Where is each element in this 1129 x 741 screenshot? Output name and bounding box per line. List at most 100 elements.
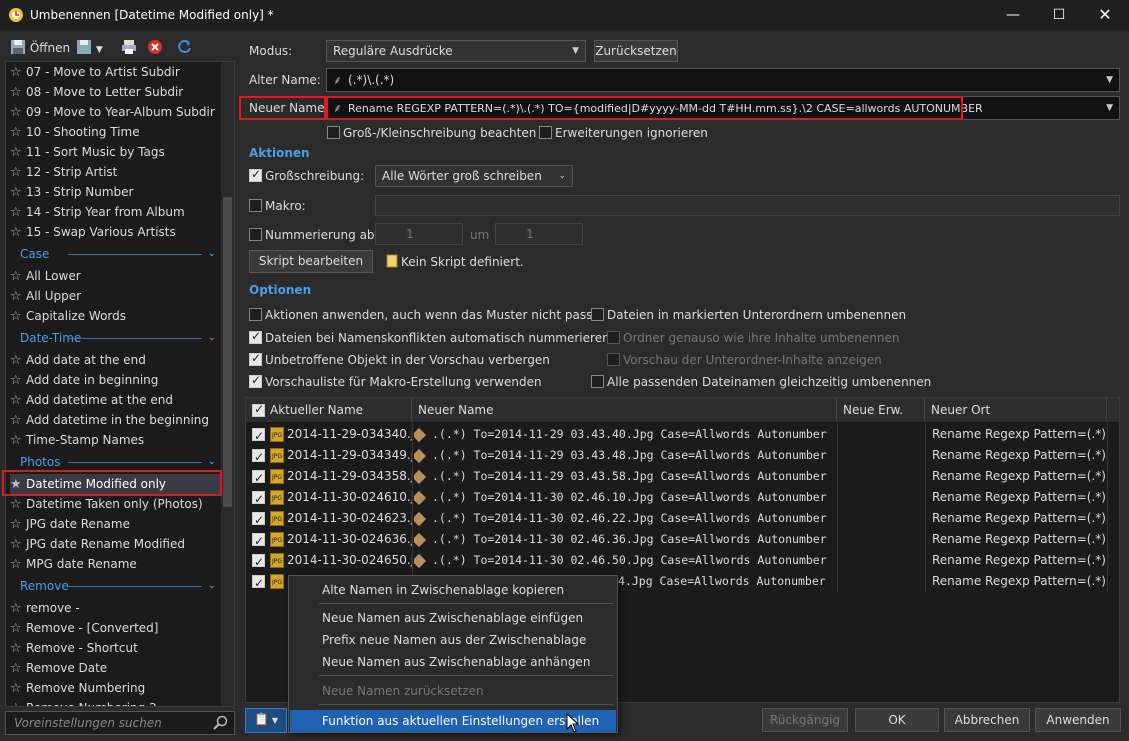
close-button[interactable]: ✕	[1082, 0, 1128, 30]
context-menu-item[interactable]: Prefix neue Namen aus der Zwischenablage	[290, 629, 616, 651]
preset-item[interactable]: ☆ All Lower	[10, 266, 81, 286]
macro-checkbox[interactable]	[249, 199, 262, 212]
column-header[interactable]: Neuer Name	[412, 398, 837, 422]
preset-item[interactable]: ☆ 15 - Swap Various Artists	[10, 222, 176, 242]
preset-group-header[interactable]: Case ⌄	[20, 245, 216, 263]
ok-button[interactable]: OK	[855, 708, 939, 732]
table-row[interactable]: JPG2014-11-29-034358.jpg .(.*) To=2014-11…	[246, 466, 1119, 489]
preset-item[interactable]: ☆Remove Numbering 2	[10, 698, 157, 706]
preset-group-header[interactable]: Remove ⌄	[20, 577, 216, 595]
preset-item[interactable]: ☆ JPG date Rename	[10, 514, 130, 534]
row-checkbox[interactable]	[252, 573, 265, 594]
option-checkbox[interactable]	[249, 373, 262, 388]
edit-script-button[interactable]: Skript bearbeiten	[249, 250, 373, 273]
preset-item-label: JPG date Rename Modified	[26, 537, 185, 551]
case-sensitive-checkbox[interactable]	[327, 126, 340, 139]
delete-button[interactable]	[147, 38, 163, 58]
maximize-button[interactable]: ☐	[1036, 0, 1082, 30]
option-checkbox[interactable]	[607, 331, 620, 344]
clipboard-menu-button[interactable]: 📋 ▼	[245, 708, 287, 733]
preset-item[interactable]: ☆ Remove Numbering	[10, 678, 145, 698]
table-row[interactable]: JPG2014-11-30-024623.jpg .(.*) To=2014-11…	[246, 508, 1119, 531]
capitalization-label: Großschreibung:	[265, 169, 365, 183]
table-row[interactable]: JPG2014-11-29-034349.jpg .(.*) To=2014-11…	[246, 445, 1119, 468]
column-header[interactable]: Neuer Ort	[925, 398, 1107, 422]
capitalization-select[interactable]: Alle Wörter groß schreiben ⌄	[375, 165, 573, 187]
open-button[interactable]: Öffnen	[10, 38, 70, 58]
row-checkbox[interactable]	[252, 510, 265, 531]
table-row[interactable]: JPG2014-11-29-034340.jpg .(.*) To=2014-11…	[246, 424, 1119, 447]
preset-item[interactable]: ☆ Add datetime in the beginning	[10, 410, 209, 430]
row-checkbox[interactable]	[252, 447, 265, 468]
cancel-button[interactable]: Abbrechen	[944, 708, 1030, 732]
numbering-start-input[interactable]: 1	[375, 223, 463, 245]
option-checkbox[interactable]	[249, 351, 262, 366]
preset-item[interactable]: ☆ Remove - Shortcut	[10, 638, 138, 658]
old-name-input[interactable]: ⸙ (.*)\.(.*) ▼	[326, 68, 1120, 92]
save-dropdown-button[interactable]: ▼	[76, 38, 103, 58]
preset-item[interactable]: ☆ Time-Stamp Names	[10, 430, 144, 450]
preset-item[interactable]: ☆ 09 - Move to Year-Album Subdir	[10, 102, 215, 122]
macro-input[interactable]	[375, 195, 1120, 216]
row-checkbox[interactable]	[252, 426, 265, 447]
table-row[interactable]: JPG2014-11-30-024650.jpg .(.*) To=2014-11…	[246, 550, 1119, 573]
preset-item[interactable]: ☆ Datetime Taken only (Photos)	[10, 494, 203, 514]
table-row[interactable]: JPG2014-11-30-024636.jpg .(.*) To=2014-11…	[246, 529, 1119, 552]
preset-item-label: All Upper	[26, 289, 82, 303]
ignore-extensions-checkbox[interactable]	[539, 126, 552, 139]
column-header[interactable]: Neue Erw.	[837, 398, 925, 422]
preset-item[interactable]: ☆ Add datetime at the end	[10, 390, 173, 410]
preset-item[interactable]: ☆ 11 - Sort Music by Tags	[10, 142, 165, 162]
row-checkbox[interactable]	[252, 489, 265, 510]
preset-item[interactable]: ☆ Add date in beginning	[10, 370, 158, 390]
print-button[interactable]	[121, 38, 137, 58]
numbering-checkbox[interactable]	[249, 228, 262, 241]
preset-list[interactable]: ☆ 07 - Move to Artist Subdir ☆ 08 - Move to…	[5, 61, 235, 707]
reset-button[interactable]: Zurücksetzen	[594, 40, 678, 62]
option-checkbox[interactable]	[591, 308, 604, 321]
column-header[interactable]	[1107, 398, 1119, 422]
preset-search-input[interactable]: Voreinstellungen suchen	[5, 711, 235, 735]
option-checkbox[interactable]	[249, 329, 262, 344]
preset-item[interactable]: ☆ MPG date Rename	[10, 554, 137, 574]
select-all-checkbox[interactable]	[252, 402, 265, 417]
row-checkbox[interactable]	[252, 531, 265, 552]
undo-button[interactable]: Rückgängig	[762, 708, 848, 732]
mode-select[interactable]: Reguläre Ausdrücke ▼	[326, 40, 586, 62]
preset-item[interactable]: ☆ Remove - [Converted]	[10, 618, 158, 638]
row-checkbox[interactable]	[252, 468, 265, 489]
scrollbar-thumb[interactable]	[223, 197, 232, 507]
context-menu-item[interactable]: Neue Namen aus Zwischenablage einfügen	[290, 607, 616, 629]
preset-item[interactable]: ☆ 12 - Strip Artist	[10, 162, 117, 182]
preset-item[interactable]: ☆ 14 - Strip Year from Album	[10, 202, 185, 222]
minimize-button[interactable]: —	[990, 0, 1036, 30]
capitalization-checkbox[interactable]	[249, 167, 262, 182]
preset-item[interactable]: ☆ 07 - Move to Artist Subdir	[10, 62, 180, 82]
selection-highlight-box	[2, 470, 222, 496]
preset-item[interactable]: ☆ Remove Date	[10, 658, 107, 678]
table-row[interactable]: JPG2014-11-30-024610.jpg .(.*) To=2014-11…	[246, 487, 1119, 510]
row-checkbox[interactable]	[252, 552, 265, 573]
apply-button[interactable]: Anwenden	[1035, 708, 1121, 732]
preset-item[interactable]: ☆ 10 - Shooting Time	[10, 122, 140, 142]
preset-item[interactable]: ☆ 13 - Strip Number	[10, 182, 133, 202]
option-checkbox[interactable]	[607, 353, 620, 366]
preset-group-header[interactable]: Photos ⌄	[20, 453, 216, 471]
preset-list-scrollbar[interactable]	[221, 62, 234, 706]
context-menu-item[interactable]: Neue Namen zurücksetzen	[290, 680, 616, 702]
preset-item[interactable]: ☆ 08 - Move to Letter Subdir	[10, 82, 183, 102]
context-menu-item[interactable]: Alte Namen in Zwischenablage kopieren	[290, 579, 616, 601]
preset-item[interactable]: ☆ Add date at the end	[10, 350, 146, 370]
preset-item[interactable]: ☆ remove -	[10, 598, 80, 618]
preset-item[interactable]: ☆ All Upper	[10, 286, 81, 306]
refresh-button[interactable]	[177, 38, 193, 58]
preset-group-header[interactable]: Date-Time ⌄	[20, 329, 216, 347]
numbering-step-input[interactable]: 1	[495, 223, 583, 245]
preset-item[interactable]: ☆ JPG date Rename Modified	[10, 534, 185, 554]
column-header[interactable]: Aktueller Name	[246, 398, 412, 422]
option-checkbox[interactable]	[249, 308, 262, 321]
preset-item[interactable]: ☆ Capitalize Words	[10, 306, 126, 326]
context-menu-item[interactable]: Neue Namen aus Zwischenablage anhängen	[290, 651, 616, 673]
option-checkbox[interactable]	[591, 375, 604, 388]
search-icon[interactable]	[213, 715, 228, 733]
